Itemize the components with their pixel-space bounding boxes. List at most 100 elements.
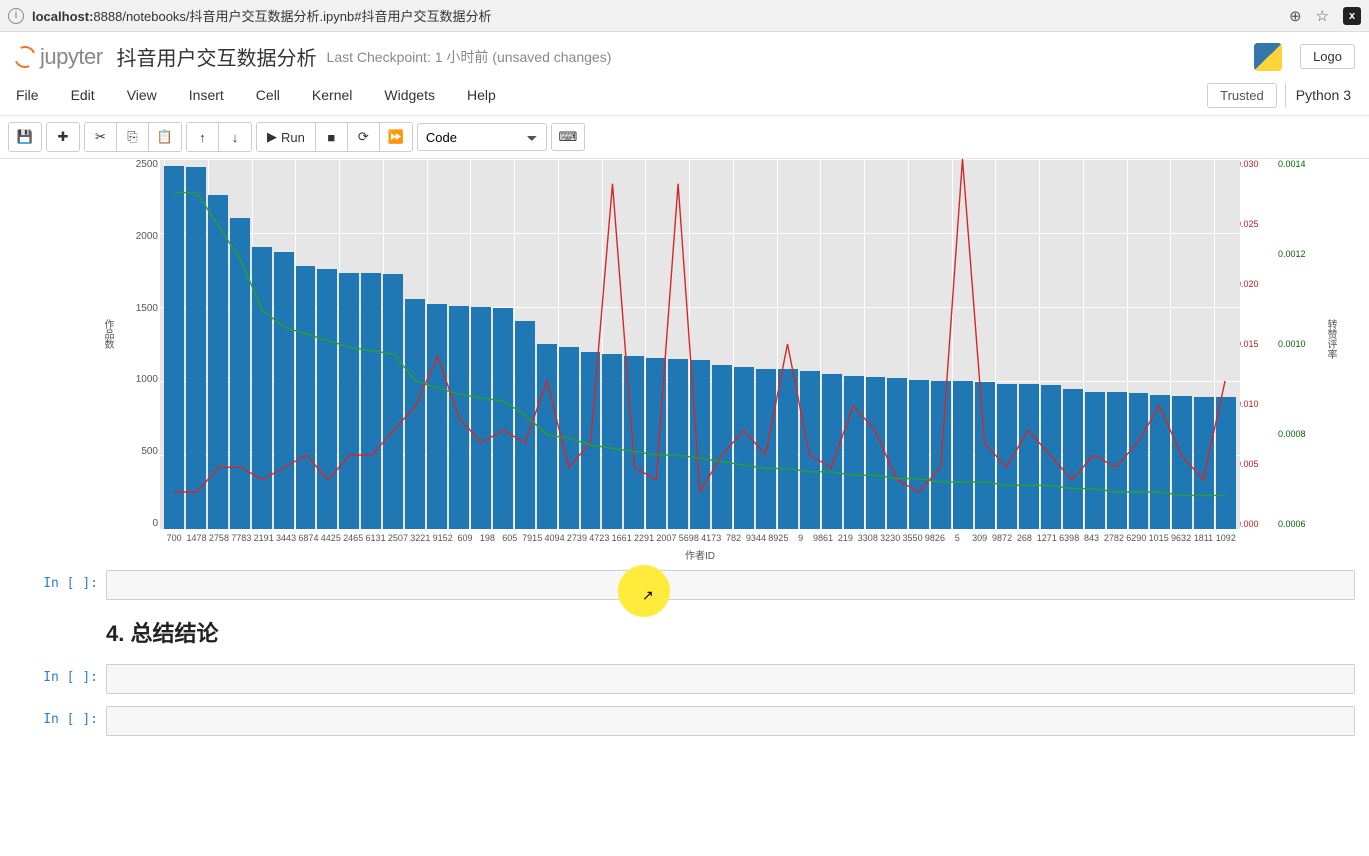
cell-input[interactable] bbox=[106, 706, 1355, 736]
x-tick: 3230 bbox=[880, 533, 900, 543]
bar bbox=[1085, 392, 1105, 529]
info-icon[interactable]: i bbox=[8, 8, 24, 24]
bar bbox=[1194, 397, 1214, 529]
menu-help[interactable]: Help bbox=[451, 81, 512, 109]
x-tick: 8925 bbox=[768, 533, 788, 543]
x-tick: 2291 bbox=[634, 533, 654, 543]
add-cell-button[interactable]: ✚ bbox=[47, 123, 79, 151]
x-tick: 9826 bbox=[925, 533, 945, 543]
cell-prompt: In [ ]: bbox=[14, 664, 106, 694]
kernel-indicator[interactable]: Python 3 bbox=[1285, 83, 1361, 107]
cut-button[interactable]: ✂ bbox=[85, 123, 117, 151]
bar bbox=[274, 252, 294, 529]
move-up-button[interactable]: ↑ bbox=[187, 123, 219, 151]
extension-badge[interactable]: x bbox=[1343, 7, 1361, 25]
cell-prompt: In [ ]: bbox=[14, 706, 106, 736]
bar bbox=[734, 367, 754, 529]
trusted-indicator[interactable]: Trusted bbox=[1207, 83, 1277, 108]
menu-cell[interactable]: Cell bbox=[240, 81, 296, 109]
x-tick: 2007 bbox=[656, 533, 676, 543]
y-axis-right1-ticks: 0.0300.0250.0200.0150.0100.0050.000 bbox=[1236, 159, 1274, 529]
browser-address-bar: i localhost:8888/notebooks/抖音用户交互数据分析.ip… bbox=[0, 0, 1369, 32]
bar bbox=[646, 358, 666, 529]
x-tick: 5 bbox=[947, 533, 967, 543]
notebook-area: 作品数 25002000150010005000 0.0300.0250.020… bbox=[0, 159, 1369, 740]
x-tick: 1015 bbox=[1149, 533, 1169, 543]
x-tick: 843 bbox=[1081, 533, 1101, 543]
code-cell-empty[interactable]: In [ ]: bbox=[0, 702, 1369, 740]
x-tick: 1811 bbox=[1193, 533, 1213, 543]
bar bbox=[230, 218, 250, 529]
menu-kernel[interactable]: Kernel bbox=[296, 81, 368, 109]
bar bbox=[493, 308, 513, 529]
cursor-highlight bbox=[618, 565, 670, 617]
bar bbox=[339, 273, 359, 529]
interrupt-button[interactable]: ■ bbox=[316, 123, 348, 151]
bar bbox=[1129, 393, 1149, 529]
x-tick: 9344 bbox=[746, 533, 766, 543]
x-tick: 1478 bbox=[186, 533, 206, 543]
bar bbox=[559, 347, 579, 529]
jupyter-logo-icon bbox=[11, 42, 39, 70]
x-tick: 9152 bbox=[433, 533, 453, 543]
menu-edit[interactable]: Edit bbox=[55, 81, 111, 109]
notebook-title[interactable]: 抖音用户交互数据分析 bbox=[117, 42, 317, 71]
x-tick: 219 bbox=[835, 533, 855, 543]
restart-button[interactable]: ⟳ bbox=[348, 123, 380, 151]
menubar: FileEditViewInsertCellKernelWidgetsHelp … bbox=[0, 77, 1369, 116]
bar bbox=[1019, 384, 1039, 529]
x-tick: 3550 bbox=[902, 533, 922, 543]
bar bbox=[471, 307, 491, 529]
paste-button[interactable]: 📋 bbox=[149, 123, 181, 151]
restart-run-all-button[interactable]: ⏩ bbox=[380, 123, 412, 151]
x-axis-ticks: 7001478275877832191344368744425246561312… bbox=[160, 529, 1240, 543]
bar bbox=[887, 378, 907, 529]
bar bbox=[1041, 385, 1061, 529]
bookmark-icon[interactable]: ☆ bbox=[1316, 7, 1329, 25]
menu-file[interactable]: File bbox=[0, 81, 55, 109]
cell-input[interactable] bbox=[106, 570, 1355, 600]
x-tick: 3443 bbox=[276, 533, 296, 543]
x-tick: 268 bbox=[1014, 533, 1034, 543]
cell-input[interactable] bbox=[106, 664, 1355, 694]
bar bbox=[624, 356, 644, 529]
checkpoint-status: Last Checkpoint: 1 小时前 (unsaved changes) bbox=[327, 47, 612, 67]
jupyter-logo[interactable]: jupyter bbox=[14, 44, 103, 70]
chart-plot-area bbox=[160, 159, 1240, 529]
bar bbox=[931, 381, 951, 529]
bar bbox=[866, 377, 886, 529]
menu-insert[interactable]: Insert bbox=[173, 81, 240, 109]
chart-output: 作品数 25002000150010005000 0.0300.0250.020… bbox=[110, 159, 1290, 562]
python-logo-icon bbox=[1254, 43, 1282, 71]
code-cell-empty[interactable]: In [ ]: bbox=[0, 566, 1369, 604]
bar bbox=[690, 360, 710, 529]
bar bbox=[997, 384, 1017, 529]
markdown-cell[interactable]: 4. 总结结论 bbox=[0, 608, 1369, 656]
command-palette-button[interactable]: ⌨ bbox=[551, 123, 585, 151]
bar bbox=[778, 369, 798, 529]
copy-button[interactable]: ⎘ bbox=[117, 123, 149, 151]
move-down-button[interactable]: ↓ bbox=[219, 123, 251, 151]
run-button[interactable]: ▶ Run bbox=[257, 123, 316, 151]
toolbar: 💾 ✚ ✂ ⎘ 📋 ↑ ↓ ▶ Run ■ ⟳ ⏩ Code ⌨ bbox=[0, 116, 1369, 159]
bar bbox=[800, 371, 820, 529]
save-button[interactable]: 💾 bbox=[9, 123, 41, 151]
logout-button[interactable]: Logo bbox=[1300, 44, 1355, 69]
bar bbox=[953, 381, 973, 529]
menu-view[interactable]: View bbox=[111, 81, 173, 109]
x-tick: 4173 bbox=[701, 533, 721, 543]
bar bbox=[515, 321, 535, 529]
x-tick: 609 bbox=[455, 533, 475, 543]
x-tick: 4094 bbox=[544, 533, 564, 543]
x-tick: 9861 bbox=[813, 533, 833, 543]
x-tick: 309 bbox=[970, 533, 990, 543]
menu-widgets[interactable]: Widgets bbox=[368, 81, 451, 109]
x-tick: 2191 bbox=[254, 533, 274, 543]
code-cell-empty[interactable]: In [ ]: bbox=[0, 660, 1369, 698]
bar bbox=[1216, 397, 1236, 529]
zoom-icon[interactable]: ⊕ bbox=[1289, 7, 1302, 25]
x-tick: 6398 bbox=[1059, 533, 1079, 543]
bar bbox=[668, 359, 688, 529]
x-tick: 6131 bbox=[365, 533, 385, 543]
cell-type-select[interactable]: Code bbox=[417, 123, 547, 151]
